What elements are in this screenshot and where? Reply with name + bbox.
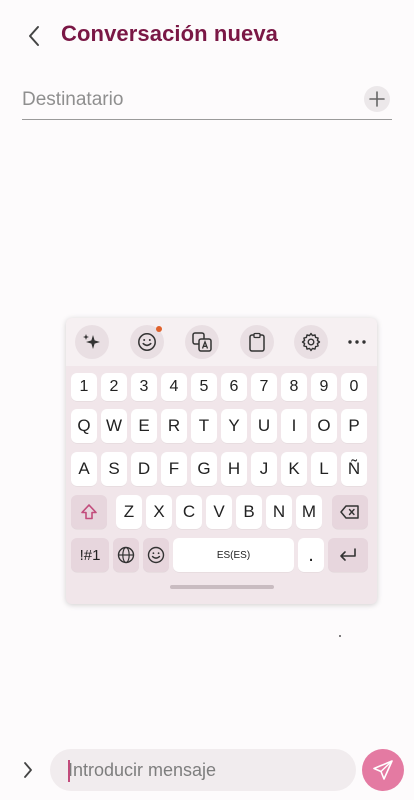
key-b[interactable]: B bbox=[236, 495, 262, 529]
clipboard-button[interactable] bbox=[240, 325, 274, 359]
key-d[interactable]: D bbox=[131, 452, 157, 486]
translate-button[interactable] bbox=[185, 325, 219, 359]
emoji-key[interactable] bbox=[143, 538, 169, 572]
gear-icon bbox=[301, 332, 321, 352]
smiley-icon bbox=[138, 333, 156, 351]
key-5[interactable]: 5 bbox=[191, 373, 217, 401]
key-y[interactable]: Y bbox=[221, 409, 247, 443]
key-4[interactable]: 4 bbox=[161, 373, 187, 401]
language-key[interactable] bbox=[113, 538, 139, 572]
symbols-key[interactable]: !#1 bbox=[71, 538, 109, 572]
key-3[interactable]: 3 bbox=[131, 373, 157, 401]
settings-button[interactable] bbox=[294, 325, 328, 359]
key-k[interactable]: K bbox=[281, 452, 307, 486]
globe-icon bbox=[117, 546, 135, 564]
key-2[interactable]: 2 bbox=[101, 373, 127, 401]
key-0[interactable]: 0 bbox=[341, 373, 367, 401]
key-x[interactable]: X bbox=[146, 495, 172, 529]
key-m[interactable]: M bbox=[296, 495, 322, 529]
keyboard-toolbar bbox=[66, 318, 377, 366]
clipboard-icon bbox=[249, 332, 265, 352]
key-c[interactable]: C bbox=[176, 495, 202, 529]
key-z[interactable]: Z bbox=[116, 495, 142, 529]
key-7[interactable]: 7 bbox=[251, 373, 277, 401]
more-horizontal-icon bbox=[348, 340, 366, 344]
chevron-left-icon bbox=[29, 26, 39, 46]
sparkle-icon bbox=[83, 334, 100, 349]
message-input[interactable] bbox=[68, 756, 348, 784]
translate-icon bbox=[192, 332, 212, 352]
key-a[interactable]: A bbox=[71, 452, 97, 486]
plus-icon bbox=[369, 91, 385, 107]
enter-icon bbox=[340, 548, 356, 561]
key-u[interactable]: U bbox=[251, 409, 277, 443]
key-enye[interactable]: Ñ bbox=[341, 452, 367, 486]
chevron-right-icon bbox=[24, 762, 32, 778]
period-key[interactable]: . bbox=[298, 538, 324, 572]
recipient-field bbox=[22, 80, 392, 120]
message-field bbox=[50, 749, 356, 791]
key-j[interactable]: J bbox=[251, 452, 277, 486]
more-options-button[interactable] bbox=[340, 325, 374, 359]
key-1[interactable]: 1 bbox=[71, 373, 97, 401]
recipient-input[interactable] bbox=[22, 86, 352, 114]
send-icon bbox=[373, 760, 393, 780]
key-l[interactable]: L bbox=[311, 452, 337, 486]
shift-icon bbox=[81, 504, 97, 520]
key-o[interactable]: O bbox=[311, 409, 337, 443]
backspace-key[interactable] bbox=[332, 495, 368, 529]
key-t[interactable]: T bbox=[191, 409, 217, 443]
shift-key[interactable] bbox=[71, 495, 107, 529]
notification-dot bbox=[156, 326, 162, 332]
key-r[interactable]: R bbox=[161, 409, 187, 443]
emoji-toolbar-button[interactable] bbox=[130, 325, 164, 359]
key-n[interactable]: N bbox=[266, 495, 292, 529]
keyboard-drag-handle[interactable] bbox=[170, 585, 274, 589]
smiley-icon bbox=[147, 546, 165, 564]
ai-sparkle-button[interactable] bbox=[75, 325, 109, 359]
text-caret bbox=[68, 760, 70, 782]
page-title: Conversación nueva bbox=[61, 21, 278, 46]
key-g[interactable]: G bbox=[191, 452, 217, 486]
screen-dot bbox=[339, 635, 341, 637]
floating-keyboard: 1 2 3 4 5 6 7 8 9 0 Q W E R T Y U I O P … bbox=[66, 318, 377, 604]
key-w[interactable]: W bbox=[101, 409, 127, 443]
key-6[interactable]: 6 bbox=[221, 373, 247, 401]
expand-options-button[interactable] bbox=[16, 756, 40, 784]
key-s[interactable]: S bbox=[101, 452, 127, 486]
key-9[interactable]: 9 bbox=[311, 373, 337, 401]
send-button[interactable] bbox=[362, 749, 404, 791]
key-h[interactable]: H bbox=[221, 452, 247, 486]
key-8[interactable]: 8 bbox=[281, 373, 307, 401]
composer-bar bbox=[0, 744, 414, 800]
key-q[interactable]: Q bbox=[71, 409, 97, 443]
add-recipient-button[interactable] bbox=[364, 86, 390, 112]
key-p[interactable]: P bbox=[341, 409, 367, 443]
backspace-icon bbox=[340, 505, 359, 519]
enter-key[interactable] bbox=[328, 538, 368, 572]
key-i[interactable]: I bbox=[281, 409, 307, 443]
key-e[interactable]: E bbox=[131, 409, 157, 443]
back-button[interactable] bbox=[20, 20, 48, 52]
key-v[interactable]: V bbox=[206, 495, 232, 529]
space-key[interactable]: ES(ES) bbox=[173, 538, 294, 572]
key-f[interactable]: F bbox=[161, 452, 187, 486]
app-header: Conversación nueva bbox=[0, 0, 414, 70]
